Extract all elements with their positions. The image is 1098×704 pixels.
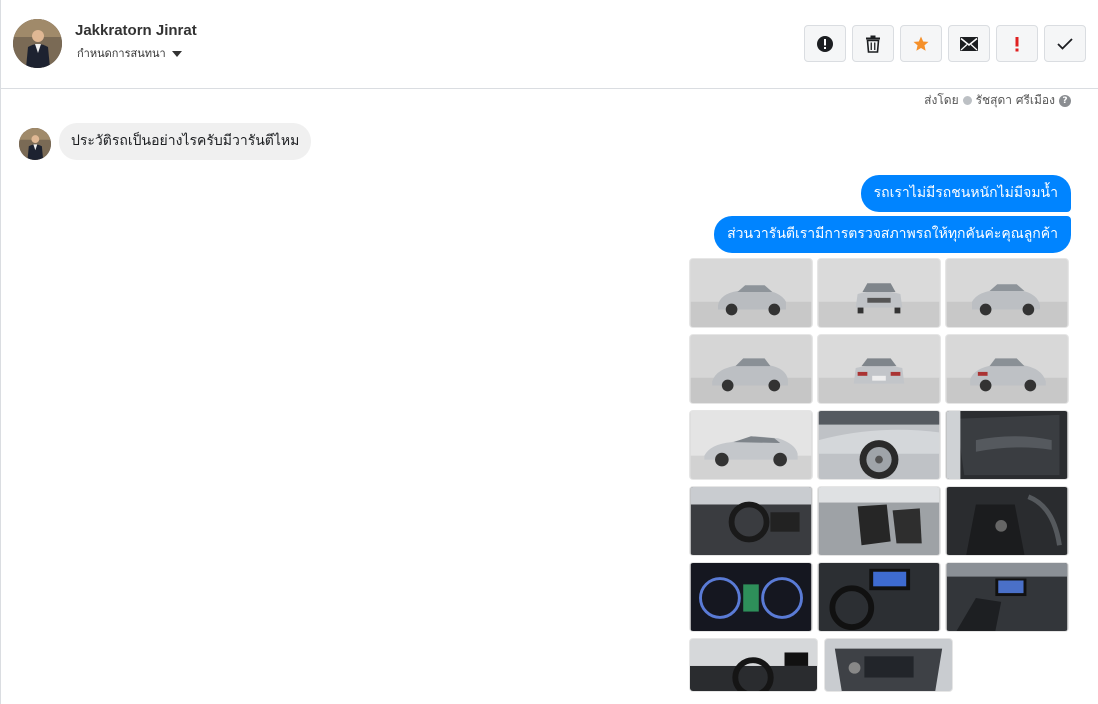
alert-circle-icon	[817, 35, 833, 52]
user-name: Jakkratorn Jinrat	[75, 22, 197, 39]
photo-thumbnail[interactable]	[689, 258, 813, 328]
check-icon	[1057, 37, 1073, 50]
avatar[interactable]	[19, 128, 51, 160]
avatar[interactable]	[13, 19, 62, 68]
question-circle-icon[interactable]: ?	[1059, 94, 1071, 107]
photo-thumbnail[interactable]	[817, 258, 941, 328]
action-toolbar	[804, 25, 1086, 62]
sender-name[interactable]: รัชสุดา ศรีเมือง	[976, 91, 1055, 110]
sender-status-icon	[962, 96, 972, 105]
photo-thumbnail[interactable]	[945, 410, 1069, 480]
conversation-header: Jakkratorn Jinrat กำหนดการสนทนา	[1, 0, 1098, 89]
spam-button[interactable]	[804, 25, 846, 62]
envelope-icon	[960, 36, 978, 51]
assign-label: กำหนดการสนทนา	[77, 47, 166, 60]
left-border	[0, 0, 1, 704]
follow-up-button[interactable]	[996, 25, 1038, 62]
outgoing-message[interactable]: รถเราไม่มีรถชนหนักไม่มีจมน้ำ	[860, 175, 1071, 212]
photo-thumbnail[interactable]	[689, 486, 813, 556]
photo-thumbnail[interactable]	[689, 638, 818, 692]
photo-thumbnail[interactable]	[945, 258, 1069, 328]
photo-thumbnail[interactable]	[689, 410, 813, 480]
photo-thumbnail[interactable]	[824, 638, 953, 692]
star-icon	[913, 36, 929, 51]
photo-thumbnail[interactable]	[689, 334, 813, 404]
photo-thumbnail[interactable]	[945, 334, 1069, 404]
photo-thumbnail[interactable]	[817, 562, 941, 632]
sent-by-info: ส่งโดย รัชสุดา ศรีเมือง ?	[924, 91, 1071, 110]
photo-thumbnail[interactable]	[817, 486, 941, 556]
photo-thumbnail[interactable]	[817, 410, 941, 480]
photo-thumbnail[interactable]	[945, 562, 1069, 632]
assign-conversation-dropdown[interactable]: กำหนดการสนทนา	[77, 44, 182, 62]
outgoing-message[interactable]: ส่วนวารันตีเรามีการตรวจสภาพรถให้ทุกคันค่…	[714, 216, 1071, 253]
photo-thumbnail[interactable]	[689, 562, 813, 632]
photo-thumbnail[interactable]	[817, 334, 941, 404]
star-button[interactable]	[900, 25, 942, 62]
delete-button[interactable]	[852, 25, 894, 62]
exclamation-icon	[1015, 36, 1019, 51]
email-button[interactable]	[948, 25, 990, 62]
photo-thumbnail[interactable]	[945, 486, 1069, 556]
trash-icon	[866, 35, 880, 53]
incoming-message[interactable]: ประวัติรถเป็นอย่างไรครับมีวารันตีไหม	[59, 123, 312, 160]
caret-down-icon	[171, 50, 182, 57]
sent-by-prefix: ส่งโดย	[924, 93, 959, 107]
done-button[interactable]	[1044, 25, 1086, 62]
